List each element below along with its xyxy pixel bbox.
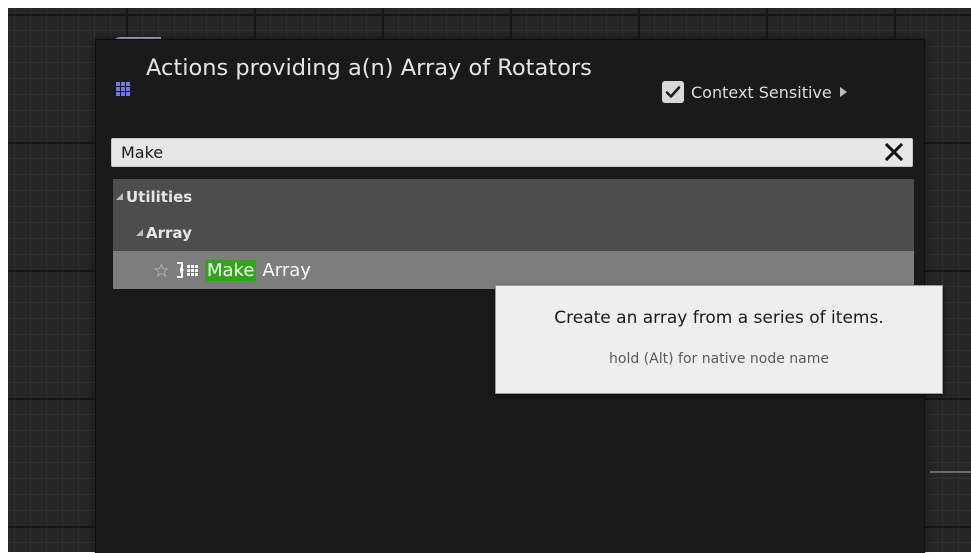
- collapse-arrow-icon[interactable]: [116, 193, 123, 200]
- category-label: Utilities: [126, 187, 193, 206]
- array-pin-icon: [177, 262, 184, 278]
- context-sensitive-label: Context Sensitive: [691, 82, 832, 102]
- action-tooltip: Create an array from a series of items. …: [495, 285, 943, 394]
- blueprint-menu-icon: [116, 82, 130, 96]
- array-grid-icon: [187, 264, 199, 276]
- search-box[interactable]: [111, 138, 913, 167]
- category-array[interactable]: Array: [113, 214, 914, 251]
- context-sensitive-toggle[interactable]: Context Sensitive: [662, 77, 847, 107]
- collapse-arrow-icon[interactable]: [136, 229, 143, 236]
- clear-search-icon[interactable]: [882, 140, 906, 164]
- action-item-make-array[interactable]: Make Array: [113, 251, 914, 289]
- search-input[interactable]: [121, 139, 861, 166]
- expand-arrow-icon[interactable]: [839, 87, 847, 97]
- category-utilities[interactable]: Utilities: [113, 179, 914, 214]
- action-tree: Utilities Array Make Array: [113, 179, 914, 289]
- category-label: Array: [146, 223, 192, 242]
- tooltip-description: Create an array from a series of items.: [554, 308, 884, 328]
- graph-wire: [930, 471, 971, 473]
- search-match-highlight: Make: [205, 259, 257, 281]
- checkmark-icon: [665, 86, 681, 98]
- menu-title: Actions providing a(n) Array of Rotators: [146, 55, 592, 81]
- favorite-star-icon[interactable]: [154, 262, 169, 278]
- action-label: Array: [262, 259, 311, 281]
- context-sensitive-checkbox[interactable]: [662, 81, 684, 103]
- tooltip-hint: hold (Alt) for native node name: [609, 351, 829, 367]
